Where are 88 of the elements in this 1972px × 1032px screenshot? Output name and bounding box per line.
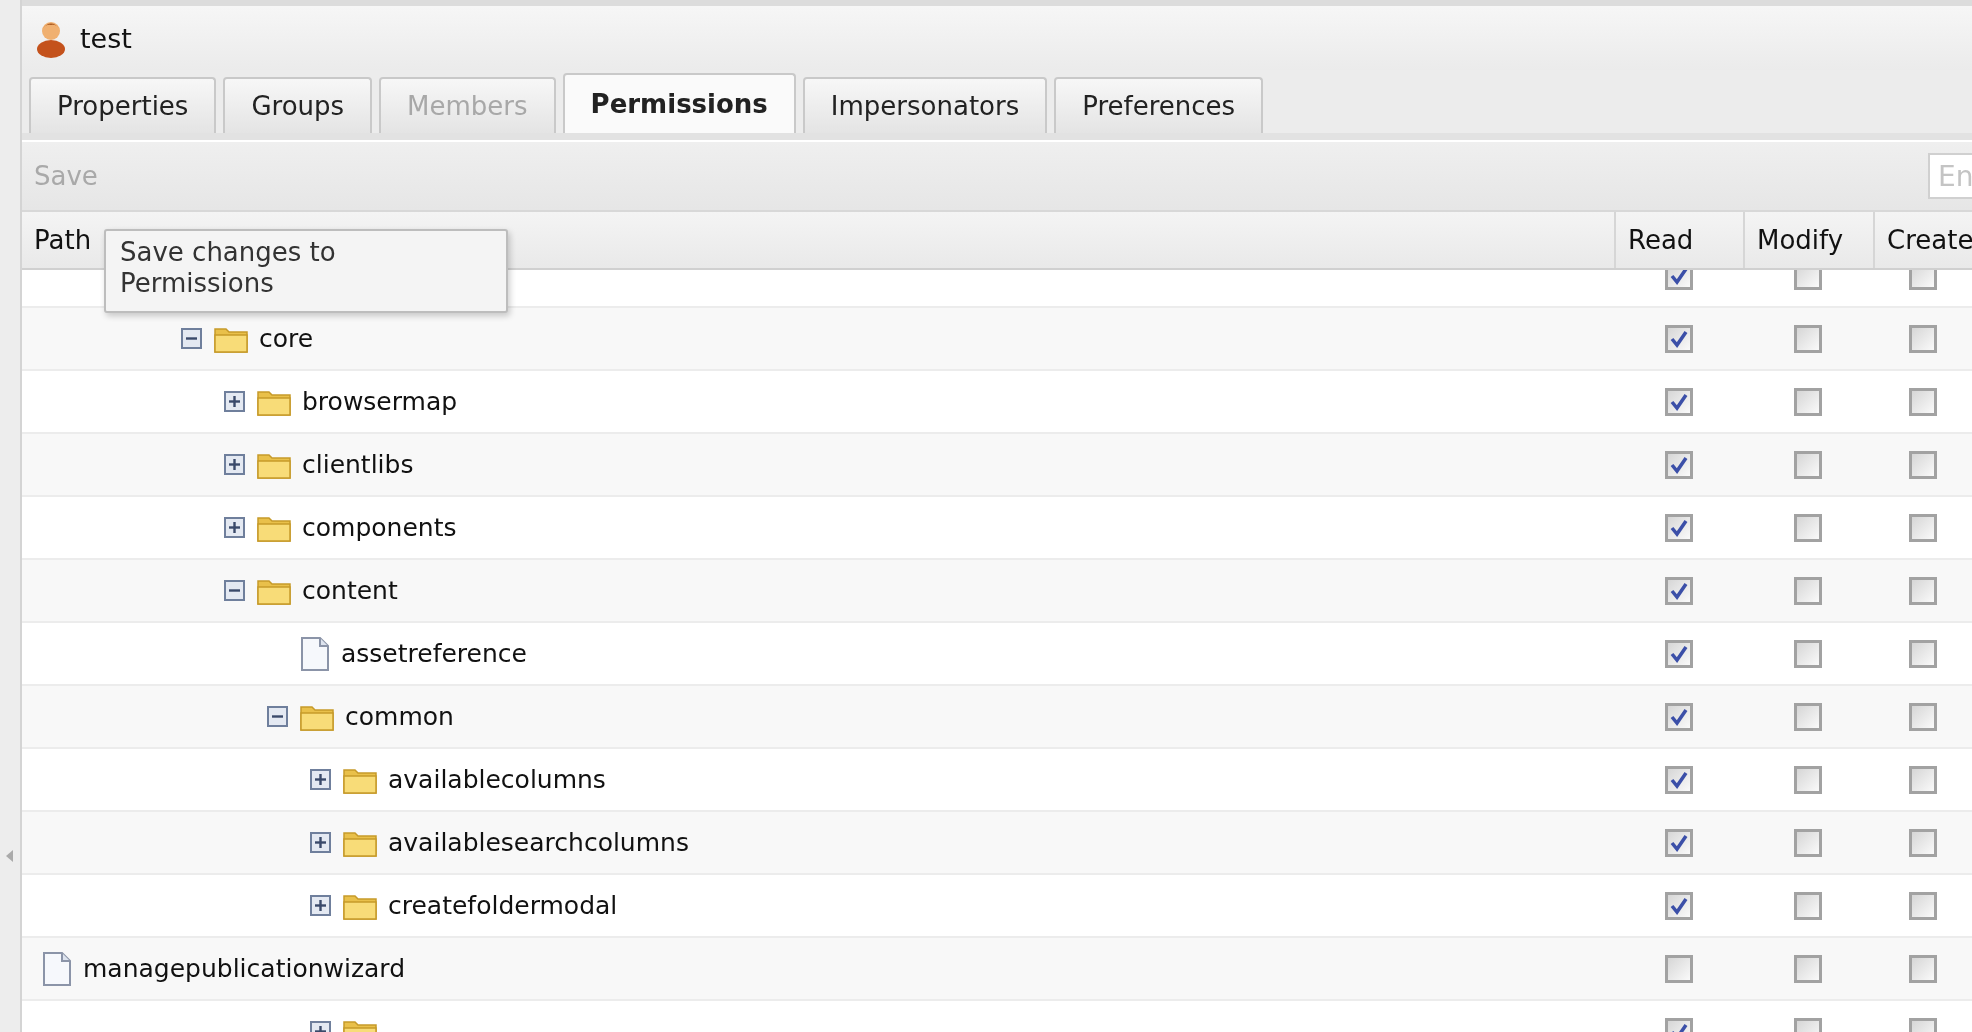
tab[interactable]: Permissions (562, 73, 796, 133)
checkbox[interactable] (1794, 576, 1822, 605)
search-field[interactable]: En (1928, 153, 1972, 199)
expand-icon[interactable] (310, 769, 331, 790)
checkmark-icon (1669, 392, 1688, 411)
checkbox[interactable] (1664, 450, 1693, 479)
column-header[interactable]: Read (1628, 225, 1694, 255)
checkbox[interactable] (1908, 954, 1937, 983)
checkbox[interactable] (1794, 639, 1822, 668)
checkbox[interactable] (1664, 639, 1693, 668)
tree-label: createfoldermodal (388, 891, 618, 920)
tree-label: availablecolumns (388, 765, 606, 794)
tree-label: components (302, 513, 457, 542)
checkbox[interactable] (1908, 387, 1937, 416)
checkmark-icon (1669, 329, 1688, 348)
tab[interactable]: Groups (223, 77, 373, 133)
checkbox[interactable] (1794, 891, 1822, 920)
tree-row[interactable]: managepublicationwizard (22, 938, 1972, 1001)
checkbox[interactable] (1794, 387, 1822, 416)
checkbox[interactable] (1794, 765, 1822, 794)
checkbox[interactable] (1908, 450, 1937, 479)
tree-label: clientlibs (302, 450, 414, 479)
checkbox[interactable] (1664, 765, 1693, 794)
tab[interactable]: Impersonators (802, 77, 1048, 133)
checkbox[interactable] (1794, 270, 1822, 290)
expand-icon[interactable] (224, 454, 245, 475)
checkbox[interactable] (1794, 828, 1822, 857)
collapse-icon[interactable] (181, 328, 202, 349)
tree-label: browsermap (302, 387, 458, 416)
checkbox[interactable] (1908, 765, 1937, 794)
collapse-arrow-icon[interactable] (6, 850, 14, 862)
collapse-icon[interactable] (267, 706, 288, 727)
checkbox[interactable] (1664, 702, 1693, 731)
window-title: test (80, 22, 132, 54)
checkbox[interactable] (1908, 513, 1937, 542)
checkbox[interactable] (1664, 387, 1693, 416)
tree-label: managepublicationwizard (83, 954, 406, 983)
tree-label: content (302, 576, 398, 605)
tree-label: core (259, 324, 314, 353)
checkmark-icon (1669, 581, 1688, 600)
tooltip-text: Save changes to Permissions (120, 237, 337, 300)
collapse-icon[interactable] (224, 580, 245, 601)
checkbox[interactable] (1908, 891, 1937, 920)
tree-label: availablesearchcolumns (388, 828, 689, 857)
expand-icon[interactable] (224, 517, 245, 538)
checkbox[interactable] (1664, 576, 1693, 605)
checkbox[interactable] (1908, 639, 1937, 668)
checkmark-icon (1669, 270, 1688, 285)
file-icon (300, 635, 330, 672)
checkbox[interactable] (1794, 513, 1822, 542)
tree-label: assetreference (341, 639, 527, 668)
checkbox[interactable] (1908, 270, 1937, 290)
tree-label: common (345, 702, 454, 731)
checkmark-icon (1669, 644, 1688, 663)
checkbox[interactable] (1664, 324, 1693, 353)
checkbox[interactable] (1794, 450, 1822, 479)
checkbox[interactable] (1908, 702, 1937, 731)
expand-icon[interactable] (310, 895, 331, 916)
checkmark-icon (1669, 518, 1688, 537)
checkbox[interactable] (1794, 324, 1822, 353)
checkbox[interactable] (1664, 891, 1693, 920)
tree-row[interactable]: availablesearchcolumns (22, 812, 1972, 875)
checkbox[interactable] (1664, 828, 1693, 857)
tree-row[interactable]: core (22, 308, 1972, 371)
checkbox[interactable] (1908, 324, 1937, 353)
tree-row[interactable]: content (22, 560, 1972, 623)
checkmark-icon (1669, 455, 1688, 474)
expand-icon[interactable] (224, 391, 245, 412)
tree-row[interactable]: clientlibs (22, 434, 1972, 497)
checkbox[interactable] (1664, 513, 1693, 542)
tab[interactable]: Properties (29, 77, 217, 133)
checkbox[interactable] (1908, 576, 1937, 605)
column-header[interactable]: Modify (1757, 225, 1844, 255)
checkbox[interactable] (1664, 954, 1693, 983)
file-icon (42, 950, 72, 987)
checkmark-icon (1669, 707, 1688, 726)
tab[interactable]: Preferences (1054, 77, 1264, 133)
checkmark-icon (1669, 833, 1688, 852)
checkbox[interactable] (1794, 954, 1822, 983)
checkmark-icon (1669, 896, 1688, 915)
column-header[interactable]: Path (34, 225, 92, 255)
checkbox[interactable] (1664, 270, 1693, 290)
column-header[interactable]: Create (1887, 225, 1972, 255)
checkbox[interactable] (1908, 828, 1937, 857)
tree-row[interactable]: common (22, 686, 1972, 749)
checkmark-icon (1669, 770, 1688, 789)
expand-icon[interactable] (310, 832, 331, 853)
checkbox[interactable] (1794, 702, 1822, 731)
